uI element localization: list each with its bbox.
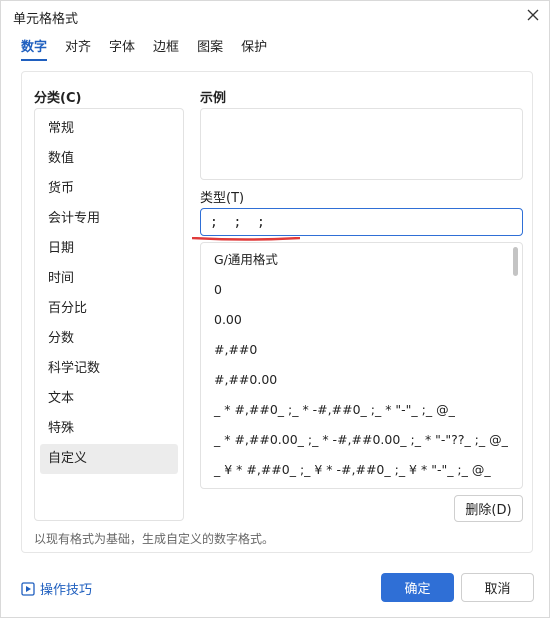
type-label: 类型(T) bbox=[200, 191, 245, 206]
tab-bar: 数字 对齐 字体 边框 图案 保护 bbox=[21, 39, 285, 63]
category-item-time[interactable]: 时间 bbox=[40, 264, 178, 294]
tips-label: 操作技巧 bbox=[40, 583, 93, 598]
category-item-currency[interactable]: 货币 bbox=[40, 174, 178, 204]
tab-alignment[interactable]: 对齐 bbox=[65, 39, 91, 61]
format-item[interactable]: _ * #,##0_ ;_ * -#,##0_ ;_ * "-"_ ;_ @_ bbox=[201, 395, 522, 425]
category-list: 常规 数值 货币 会计专用 日期 时间 百分比 分数 科学记数 文本 特殊 自定… bbox=[34, 108, 184, 521]
format-list[interactable]: G/通用格式 0 0.00 #,##0 #,##0.00 _ * #,##0_ … bbox=[200, 242, 523, 489]
title-bar: 单元格格式 bbox=[1, 1, 550, 31]
category-item-text[interactable]: 文本 bbox=[40, 384, 178, 414]
tab-border[interactable]: 边框 bbox=[153, 39, 179, 61]
play-box-icon bbox=[21, 581, 35, 596]
format-item[interactable]: G/通用格式 bbox=[201, 245, 522, 275]
spellcheck-underline bbox=[192, 237, 300, 241]
format-item[interactable]: #,##0 bbox=[201, 335, 522, 365]
close-button[interactable] bbox=[521, 3, 545, 27]
category-item-number[interactable]: 数值 bbox=[40, 144, 178, 174]
category-item-general[interactable]: 常规 bbox=[40, 114, 178, 144]
tips-link[interactable]: 操作技巧 bbox=[21, 579, 92, 598]
tab-font[interactable]: 字体 bbox=[109, 39, 135, 61]
category-label: 分类(C) bbox=[34, 91, 82, 106]
format-cells-dialog: 单元格格式 数字 对齐 字体 边框 图案 保护 分类(C) 常规 数值 货币 会… bbox=[0, 0, 550, 618]
dialog-title: 单元格格式 bbox=[13, 12, 79, 27]
category-item-special[interactable]: 特殊 bbox=[40, 414, 178, 444]
format-list-scrollbar[interactable] bbox=[513, 247, 518, 276]
delete-button[interactable]: 删除(D) bbox=[454, 495, 523, 522]
type-input[interactable] bbox=[200, 208, 523, 236]
category-item-percentage[interactable]: 百分比 bbox=[40, 294, 178, 324]
format-item[interactable]: #,##0.00 bbox=[201, 365, 522, 395]
ok-button[interactable]: 确定 bbox=[381, 573, 454, 602]
hint-text: 以现有格式为基础，生成自定义的数字格式。 bbox=[34, 532, 275, 546]
category-item-date[interactable]: 日期 bbox=[40, 234, 178, 264]
category-item-accounting[interactable]: 会计专用 bbox=[40, 204, 178, 234]
format-item[interactable]: 0.00 bbox=[201, 305, 522, 335]
tab-number[interactable]: 数字 bbox=[21, 39, 48, 61]
sample-label: 示例 bbox=[200, 91, 227, 106]
format-item[interactable]: 0 bbox=[201, 275, 522, 305]
format-item[interactable]: _ * #,##0.00_ ;_ * -#,##0.00_ ;_ * "-"??… bbox=[201, 425, 522, 455]
category-item-custom[interactable]: 自定义 bbox=[40, 444, 178, 474]
tab-protection[interactable]: 保护 bbox=[241, 39, 267, 61]
category-item-fraction[interactable]: 分数 bbox=[40, 324, 178, 354]
format-item[interactable]: _ ¥ * #,##0_ ;_ ¥ * -#,##0_ ;_ ¥ * "-"_ … bbox=[201, 455, 522, 485]
category-item-scientific[interactable]: 科学记数 bbox=[40, 354, 178, 384]
number-panel: 分类(C) 常规 数值 货币 会计专用 日期 时间 百分比 分数 科学记数 文本… bbox=[21, 71, 533, 553]
sample-preview bbox=[200, 108, 523, 180]
tab-pattern[interactable]: 图案 bbox=[197, 39, 223, 61]
close-icon bbox=[527, 9, 539, 21]
cancel-button[interactable]: 取消 bbox=[461, 573, 534, 602]
